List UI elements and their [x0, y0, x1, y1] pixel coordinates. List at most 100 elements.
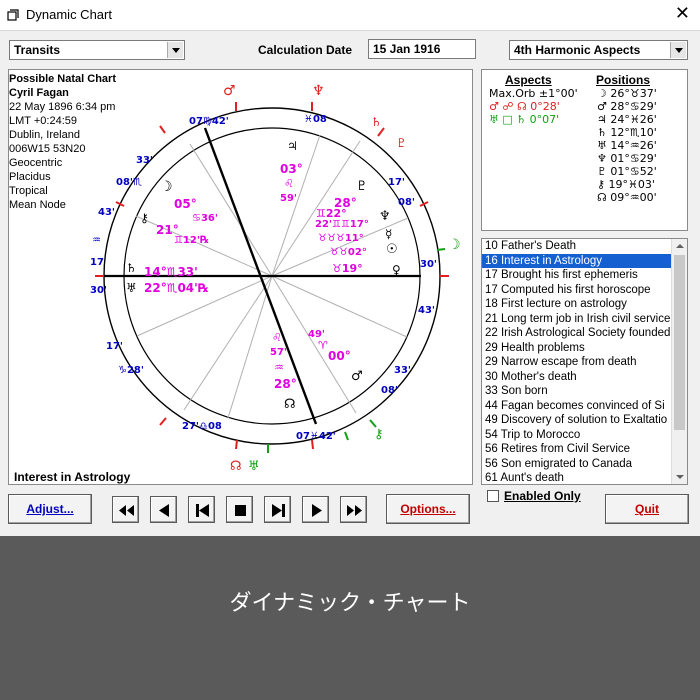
cusp-label: 33': [136, 155, 153, 166]
moon-transit-icon: ☽: [448, 237, 461, 253]
positions-header: Positions: [596, 73, 651, 87]
position-row: ♂ 28°♋29': [597, 100, 657, 113]
jupiter-icon: ♃: [287, 139, 298, 153]
enabled-only-label[interactable]: Enabled Only: [504, 489, 581, 503]
cluster-position: ♉♉♉11°: [318, 233, 364, 244]
step-backward-button[interactable]: [150, 496, 177, 523]
list-item[interactable]: 22 Irish Astrological Society founded: [482, 326, 673, 341]
fast-backward-icon: [119, 505, 134, 516]
scroll-up-icon[interactable]: [672, 239, 687, 253]
options-button[interactable]: Options...: [386, 494, 470, 524]
cusp-label: 43': [418, 305, 435, 316]
cusp-label: 08': [381, 385, 398, 396]
aspect-row: ♂ ☍ ☊ 0°28': [489, 100, 560, 113]
list-item[interactable]: 54 Trip to Morocco: [482, 428, 673, 443]
list-item[interactable]: 29 Health problems: [482, 341, 673, 356]
list-item-selected[interactable]: 16 Interest in Astrology: [482, 253, 673, 268]
list-item[interactable]: 18 First lecture on astrology: [482, 297, 673, 312]
saturn-transit-icon: ♄: [371, 115, 382, 129]
list-item[interactable]: 10 Father's Death: [482, 239, 673, 254]
mars-position: ♈: [318, 339, 328, 352]
chevron-down-icon[interactable]: [670, 42, 686, 58]
list-item[interactable]: 56 Son emigrated to Canada: [482, 457, 673, 472]
step-forward-button[interactable]: [302, 496, 329, 523]
node-position: ♌: [272, 331, 282, 344]
adjust-button[interactable]: Adjust...: [8, 494, 92, 524]
fast-forward-icon: [347, 505, 362, 516]
cusp-label: 33': [394, 365, 411, 376]
position-row: ♅ 14°♒26': [597, 139, 657, 152]
list-item[interactable]: 21 Long term job in Irish civil service: [482, 312, 673, 327]
skip-to-start-icon: [196, 504, 209, 517]
scrollbar-thumb[interactable]: [674, 255, 685, 430]
cluster-position: ♉♉02°: [330, 247, 367, 258]
positions-list: ☽ 26°♉37' ♂ 28°♋29' ♃ 24°♓26' ♄ 12°♏10' …: [597, 87, 657, 204]
uranus-transit-icon: ♅: [248, 459, 260, 474]
skip-to-start-button[interactable]: [188, 496, 215, 523]
node-icon: ☊: [284, 397, 296, 412]
pluto-transit-icon: ♇: [396, 136, 407, 150]
position-row: ♇ 01°♋52': [597, 165, 657, 178]
venus-position: ♉19°: [332, 262, 363, 275]
cusp-label: ♑28': [118, 365, 144, 376]
aspect-mode-select[interactable]: 4th Harmonic Aspects: [509, 40, 688, 60]
event-list[interactable]: 10 Father's Death 16 Interest in Astrolo…: [481, 238, 688, 485]
list-item[interactable]: 30 Mother's death: [482, 370, 673, 385]
list-item[interactable]: 17 Computed his first horoscope: [482, 283, 673, 298]
node-position: ♒: [274, 361, 284, 374]
cusp-label: ♒: [92, 235, 101, 246]
options-button-label: Options...: [400, 502, 456, 516]
chart-wheel[interactable]: [0, 0, 480, 490]
aspects-header: Aspects: [505, 73, 552, 87]
enabled-only-checkbox[interactable]: [487, 490, 499, 502]
stop-icon: [235, 505, 246, 516]
cusp-label: 08'♏: [116, 177, 142, 188]
saturn-position: 14°♏33': [144, 265, 198, 279]
quit-button[interactable]: Quit: [605, 494, 689, 524]
aspect-row: Max.Orb ±1°00': [489, 87, 578, 100]
chiron-transit-icon: ⚷: [374, 427, 384, 442]
moon-position: 05°: [174, 197, 197, 211]
adjust-button-label: Adjust...: [26, 502, 74, 516]
position-row: ☊ 09°♒00': [597, 191, 657, 204]
dynamic-chart-window: Dynamic Chart ✕ Transits Calculation Dat…: [0, 0, 700, 536]
mars-transit-icon: ♂: [223, 83, 236, 99]
event-list-scrollbar[interactable]: [671, 239, 687, 484]
cusp-label: 07♍42': [189, 116, 229, 127]
aspect-list: Max.Orb ±1°00' ♂ ☍ ☊ 0°28' ♅ □ ♄ 0°07': [489, 87, 578, 126]
position-row: ☽ 26°♉37': [597, 87, 657, 100]
list-item[interactable]: 61 Aunt's death: [482, 471, 673, 484]
close-icon[interactable]: ✕: [675, 3, 690, 24]
cusp-label: ♓08: [304, 114, 327, 125]
list-item[interactable]: 44 Fagan becomes convinced of Si: [482, 399, 673, 414]
mars-position: 00°: [328, 349, 351, 363]
position-row: ⚷ 19°♓03': [597, 178, 655, 191]
position-row: ♄ 12°♏10': [597, 126, 657, 139]
stop-button[interactable]: [226, 496, 253, 523]
fast-forward-button[interactable]: [340, 496, 367, 523]
mercury-icon: ☿: [385, 227, 393, 241]
list-item[interactable]: 17 Brought his first ephemeris: [482, 268, 673, 283]
fast-backward-button[interactable]: [112, 496, 139, 523]
aspect-row: ♅ □ ♄ 0°07': [489, 113, 560, 126]
list-item[interactable]: 33 Son born: [482, 384, 673, 399]
list-item[interactable]: 56 Retires from Civil Service: [482, 442, 673, 457]
list-item[interactable]: 29 Narrow escape from death: [482, 355, 673, 370]
jupiter-position: ♌: [284, 177, 294, 190]
cusp-label: 17: [90, 257, 104, 268]
mars-icon: ♂: [351, 369, 363, 384]
scroll-down-icon[interactable]: [672, 470, 687, 484]
venus-icon: ♀: [392, 263, 401, 277]
list-item[interactable]: 49 Discovery of solution to Exaltatio: [482, 413, 673, 428]
jupiter-position: 59': [280, 193, 297, 204]
step-forward-icon: [312, 504, 322, 517]
event-caption: Interest in Astrology: [14, 470, 131, 484]
skip-to-end-button[interactable]: [264, 496, 291, 523]
position-row: ♃ 24°♓26': [597, 113, 657, 126]
skip-to-end-icon: [272, 504, 285, 517]
node-position: 57': [270, 347, 287, 358]
page-caption: ダイナミック・チャート: [229, 590, 471, 615]
cusp-label: 43': [98, 207, 115, 218]
saturn-icon: ♄: [126, 261, 137, 275]
cusp-label: 27'♎08: [182, 421, 222, 432]
